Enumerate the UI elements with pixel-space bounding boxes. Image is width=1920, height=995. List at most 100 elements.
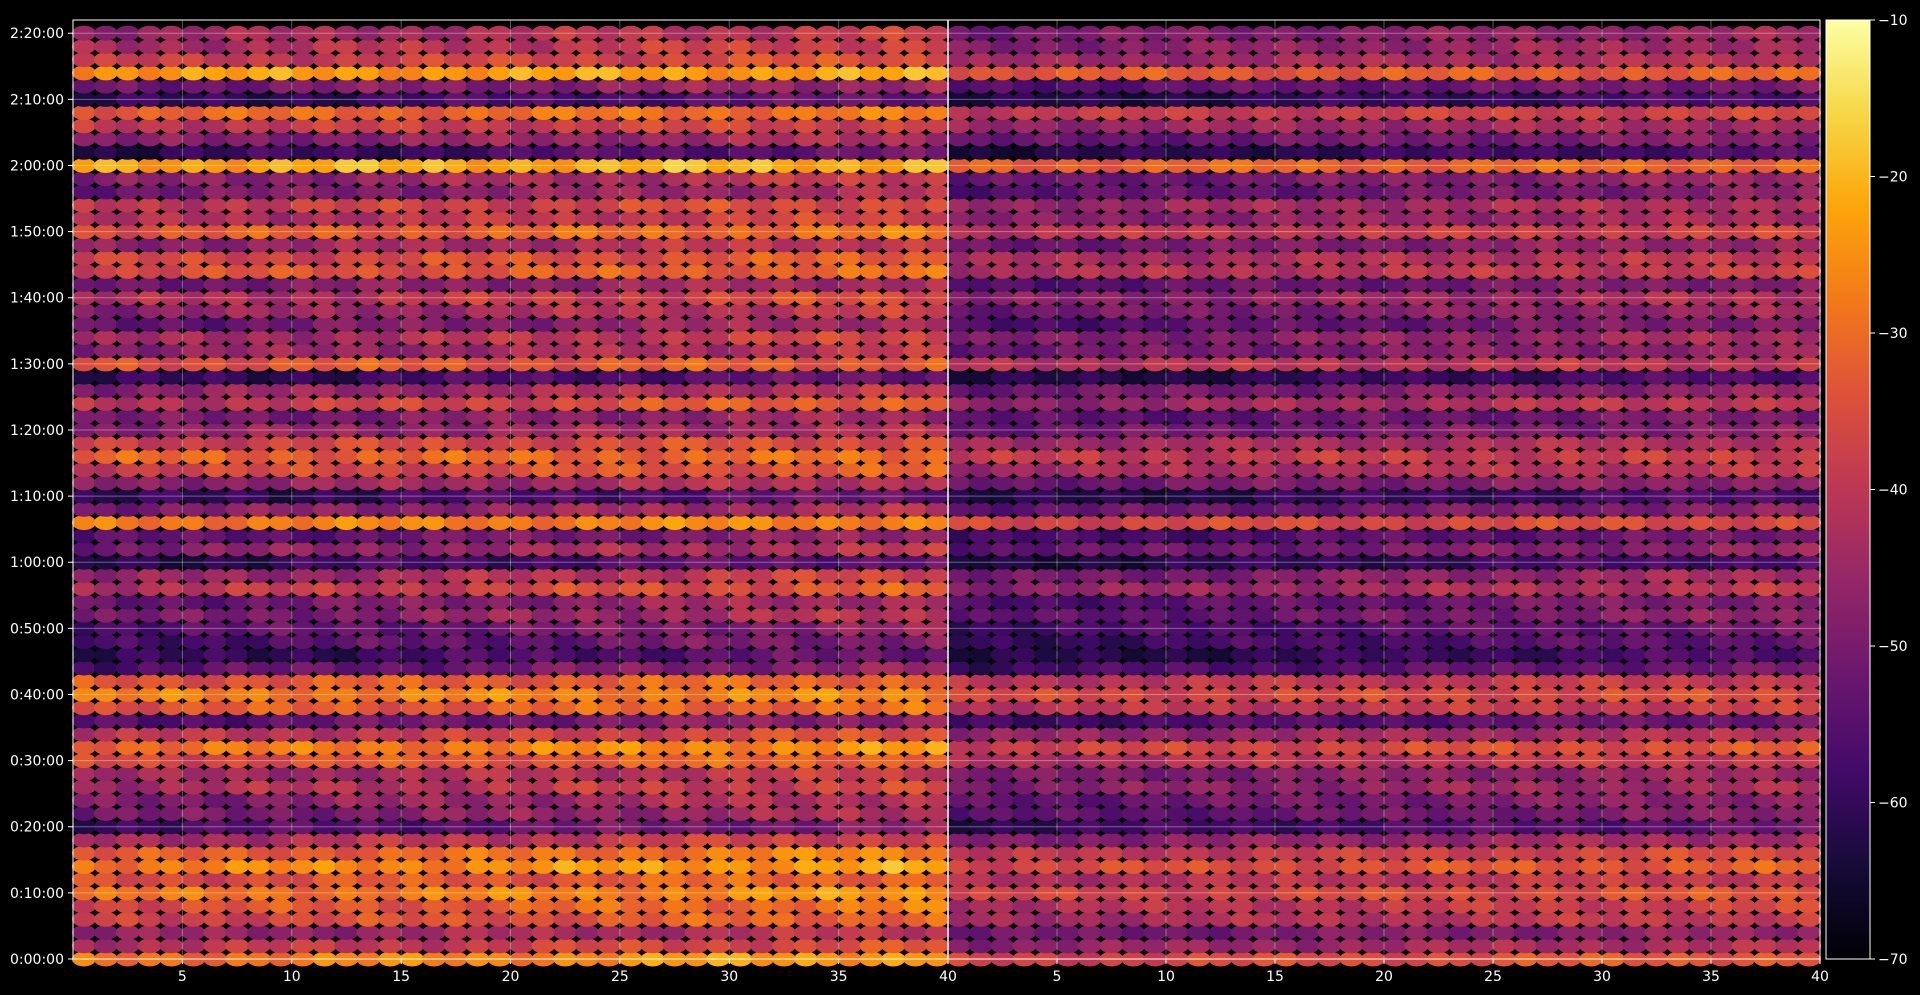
heat-cell	[93, 171, 118, 187]
heat-cell	[487, 872, 512, 888]
heat-cell	[771, 263, 796, 279]
heat-cell	[640, 541, 665, 557]
heat-cell	[968, 435, 993, 451]
heat-cell	[596, 501, 621, 517]
heat-cell	[181, 329, 206, 345]
heat-cell	[1208, 316, 1233, 332]
heat-cell	[990, 779, 1015, 795]
heat-cell	[1753, 607, 1778, 623]
heat-cell	[203, 435, 228, 451]
heat-cell	[859, 898, 884, 914]
heat-cell	[750, 581, 775, 597]
heat-cell	[1230, 911, 1255, 927]
heat-cell	[1252, 396, 1277, 411]
heat-cell	[990, 343, 1015, 359]
heat-cell	[1404, 581, 1429, 597]
heat-cell	[137, 316, 162, 332]
heat-cell	[1448, 568, 1473, 583]
heat-cell	[1208, 343, 1233, 359]
heat-cell	[968, 925, 993, 940]
heat-cell	[771, 197, 796, 213]
heat-cell	[1622, 594, 1647, 610]
heat-cell	[968, 528, 993, 544]
heat-cell	[793, 250, 818, 266]
heat-cell	[771, 78, 796, 94]
heat-cell	[1295, 858, 1320, 874]
heat-cell	[1339, 766, 1364, 782]
heat-cell	[1535, 263, 1560, 279]
heat-cell	[1666, 607, 1691, 623]
heat-cell	[1448, 409, 1473, 425]
heat-cell	[1753, 925, 1778, 940]
heat-cell	[881, 462, 906, 478]
heat-cell	[706, 872, 731, 888]
heat-cell	[1339, 541, 1364, 557]
heat-cell	[771, 475, 796, 491]
heat-cell	[1099, 568, 1124, 583]
heat-cell	[771, 673, 796, 689]
heat-cell	[1012, 435, 1037, 451]
heat-cell	[1535, 713, 1560, 729]
heat-cell	[1055, 792, 1080, 808]
heat-cell	[312, 396, 337, 411]
heat-cell	[421, 52, 446, 68]
heat-cell	[1688, 396, 1713, 411]
heat-cell	[421, 237, 446, 253]
heat-cell	[465, 806, 490, 821]
heat-cell	[1208, 806, 1233, 821]
heat-cell	[159, 700, 184, 716]
heat-cell	[509, 515, 534, 531]
heat-cell	[1121, 409, 1146, 425]
heat-cell	[946, 806, 971, 821]
heat-cell	[1099, 343, 1124, 359]
heat-cell	[1295, 435, 1320, 451]
heat-cell	[203, 647, 228, 663]
heat-cell	[1775, 806, 1800, 821]
heat-cell	[400, 303, 425, 319]
heat-cell	[1317, 938, 1342, 954]
heat-cell	[487, 171, 512, 187]
heat-cell	[903, 501, 928, 517]
heat-cell	[684, 607, 709, 623]
heat-cell	[1557, 409, 1582, 425]
heat-cell	[1470, 462, 1495, 478]
heat-cell	[553, 105, 578, 121]
heat-cell	[837, 925, 862, 940]
heat-cell	[334, 435, 359, 451]
heat-cell	[1273, 845, 1298, 861]
heat-cell	[618, 448, 643, 464]
heat-cell	[1273, 369, 1298, 385]
heat-cell	[400, 581, 425, 597]
heat-cell	[815, 171, 840, 187]
heat-cell	[575, 766, 600, 782]
heat-cell	[728, 343, 753, 359]
heat-cell	[1600, 673, 1625, 689]
heat-cell	[531, 329, 556, 345]
heat-cell	[1404, 475, 1429, 491]
heat-cell	[1666, 792, 1691, 808]
heat-cell	[159, 78, 184, 94]
heat-cell	[1448, 501, 1473, 517]
heat-cell	[1797, 925, 1822, 940]
heat-cell	[1404, 263, 1429, 279]
heat-cell	[487, 541, 512, 557]
heat-cell	[837, 462, 862, 478]
heat-cell	[946, 911, 971, 927]
heat-cell	[1513, 396, 1538, 411]
heat-cell	[1797, 277, 1822, 292]
heat-cell	[356, 700, 381, 716]
heat-cell	[903, 647, 928, 663]
heat-cell	[1339, 369, 1364, 385]
heat-cell	[1600, 779, 1625, 795]
heat-cell	[640, 197, 665, 213]
heat-cell	[1404, 568, 1429, 583]
heat-cell	[1491, 329, 1516, 345]
heat-cell	[837, 448, 862, 464]
heat-cell	[553, 78, 578, 94]
heat-cell	[1579, 660, 1604, 676]
heat-cell	[1535, 250, 1560, 266]
heat-cell	[115, 726, 140, 742]
heat-cell	[553, 515, 578, 531]
heat-cell	[421, 779, 446, 795]
heat-cell	[181, 462, 206, 478]
